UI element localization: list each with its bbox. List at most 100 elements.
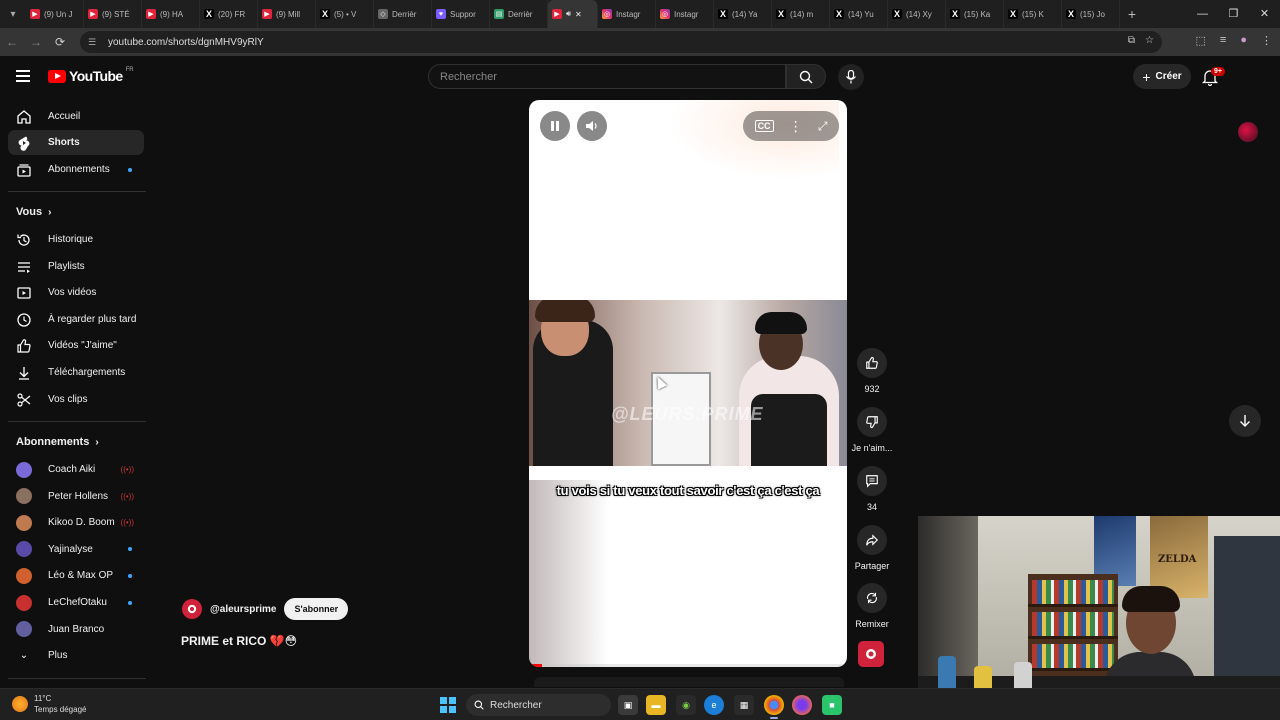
speaker-icon[interactable]: 🔊︎ bbox=[566, 9, 571, 19]
next-short-button[interactable] bbox=[1229, 405, 1261, 437]
browser-tab[interactable]: X (14) Yu bbox=[830, 0, 888, 28]
like-button[interactable]: 932 bbox=[852, 348, 892, 394]
browser-tab[interactable]: ◎ Instagr bbox=[598, 0, 656, 28]
media-icon[interactable]: ≡ bbox=[1220, 34, 1226, 47]
sidebar-subscription-item[interactable]: Léo & Max OP bbox=[8, 563, 144, 588]
back-icon[interactable]: ← bbox=[0, 35, 24, 49]
remix-button[interactable]: Remixer bbox=[852, 583, 892, 629]
channel-logo-icon bbox=[187, 604, 197, 614]
edge-icon[interactable]: e bbox=[704, 695, 724, 715]
site-info-icon[interactable]: ☰ bbox=[88, 37, 102, 48]
account-avatar[interactable] bbox=[1238, 122, 1258, 142]
browser-tab[interactable]: X (14) Ya bbox=[714, 0, 772, 28]
close-tab-icon[interactable]: ✕ bbox=[575, 10, 582, 19]
sidebar-item-home[interactable]: Accueil bbox=[8, 104, 144, 129]
browser-menu-icon[interactable]: ⋮ bbox=[1261, 34, 1272, 47]
restore-icon[interactable]: ❐ bbox=[1218, 0, 1249, 28]
short-title: PRIME et RICO 💔😳 bbox=[181, 634, 298, 648]
browser-tab[interactable]: ▶ (9) Un J bbox=[26, 0, 84, 28]
sidebar-item-playlists[interactable]: Playlists bbox=[8, 254, 144, 279]
sidebar-subscription-item[interactable]: Juan Branco bbox=[8, 617, 144, 642]
browser-tab[interactable]: X (15) K bbox=[1004, 0, 1062, 28]
video-progress-bar[interactable] bbox=[529, 664, 847, 667]
sidebar-subscription-item[interactable]: LeChefOtaku bbox=[8, 590, 144, 615]
chrome-icon[interactable] bbox=[764, 695, 784, 719]
streaming-app-icon[interactable]: ■ bbox=[822, 695, 842, 715]
file-explorer-icon[interactable]: ▬ bbox=[646, 695, 666, 715]
menu-icon[interactable] bbox=[16, 70, 30, 82]
voice-search-button[interactable] bbox=[838, 64, 864, 90]
volume-button[interactable] bbox=[577, 111, 607, 141]
reload-icon[interactable]: ⟳ bbox=[48, 35, 72, 49]
subscribe-button[interactable]: S'abonner bbox=[284, 598, 349, 620]
browser-tab[interactable]: X (14) Xy bbox=[888, 0, 946, 28]
search-button[interactable] bbox=[786, 64, 826, 89]
sidebar-item-history[interactable]: Historique bbox=[8, 227, 144, 252]
new-tab-button[interactable]: + bbox=[1120, 6, 1144, 22]
captions-icon[interactable]: CC bbox=[754, 120, 774, 132]
channel-handle[interactable]: @aleursprime bbox=[210, 604, 276, 615]
sidebar-subscription-item[interactable]: Kikoo D. Boom ((•)) bbox=[8, 510, 144, 535]
youtube-icon: ▶ bbox=[30, 9, 40, 19]
close-window-icon[interactable]: ✕ bbox=[1249, 0, 1280, 28]
browser-tab[interactable]: ▶ (9) Mill bbox=[258, 0, 316, 28]
browser-tab[interactable]: ▶ (9) HA bbox=[142, 0, 200, 28]
sidebar-subscription-item[interactable]: Peter Hollens ((•)) bbox=[8, 484, 144, 509]
browser-tab[interactable]: ♥ Suppor bbox=[432, 0, 490, 28]
sidebar-item-watch-later[interactable]: À regarder plus tard bbox=[8, 307, 144, 332]
sidebar-item-downloads[interactable]: Téléchargements bbox=[8, 360, 144, 385]
youtube-logo[interactable]: YouTube FR bbox=[48, 67, 134, 84]
sidebar-item-subscriptions[interactable]: Abonnements bbox=[8, 157, 144, 182]
sidebar-item-clips[interactable]: Vos clips bbox=[8, 387, 144, 412]
sidebar-item-liked-videos[interactable]: Vidéos "J'aime" bbox=[8, 333, 144, 358]
taskbar-search[interactable]: Rechercher bbox=[466, 694, 611, 716]
bookmark-star-icon[interactable]: ☆ bbox=[1145, 35, 1154, 46]
sidebar-subscription-item[interactable]: Yajinalyse bbox=[8, 537, 144, 562]
extensions-icon[interactable]: ⬚ bbox=[1196, 34, 1206, 47]
weather-widget[interactable]: 11°C Temps dégagé bbox=[12, 693, 86, 715]
tab-search-chevron-icon[interactable]: ▾ bbox=[0, 0, 26, 28]
browser-tab[interactable]: X (15) Jo bbox=[1062, 0, 1120, 28]
browser-tab[interactable]: X (15) Ka bbox=[946, 0, 1004, 28]
subscriptions-section-header[interactable]: Abonnements › bbox=[16, 436, 99, 448]
sidebar-subscription-item[interactable]: Coach Aiki ((•)) bbox=[8, 457, 144, 482]
browser-tab[interactable]: ▤ Derrièr bbox=[490, 0, 548, 28]
search-input[interactable]: Rechercher bbox=[428, 64, 786, 89]
more-options-icon[interactable]: ⋮ bbox=[789, 118, 803, 135]
url-field[interactable]: ☰ youtube.com/shorts/dgnMHV9yRlY ⧉ ☆ bbox=[80, 31, 1162, 53]
store-icon[interactable]: ▦ bbox=[734, 695, 754, 715]
channel-avatar[interactable] bbox=[182, 599, 202, 619]
dislike-button[interactable]: Je n'aim... bbox=[852, 407, 892, 453]
comments-button[interactable]: 34 bbox=[852, 466, 892, 512]
streamer-hair bbox=[1122, 586, 1180, 612]
share-button[interactable]: Partager bbox=[852, 525, 892, 571]
create-button[interactable]: + Créer bbox=[1133, 64, 1191, 89]
browser-tab[interactable]: ▶ 🔊︎ ✕ bbox=[548, 0, 598, 28]
browser-tab[interactable]: ◎ Instagr bbox=[656, 0, 714, 28]
firefox-icon[interactable] bbox=[792, 695, 812, 715]
minimize-icon[interactable]: — bbox=[1187, 0, 1218, 28]
channel-avatar bbox=[16, 514, 32, 531]
profile-icon[interactable]: ● bbox=[1240, 34, 1247, 47]
browser-tab[interactable]: ▶ (9) STÉ bbox=[84, 0, 142, 28]
you-section-header[interactable]: Vous › bbox=[16, 206, 51, 218]
task-view-icon[interactable]: ▣ bbox=[618, 695, 638, 715]
browser-tab[interactable]: ◇ Derrièr bbox=[374, 0, 432, 28]
sidebar-item-shorts[interactable]: Shorts bbox=[8, 130, 144, 155]
next-short-preview[interactable] bbox=[534, 677, 844, 687]
shorts-video-player[interactable]: @LEURS.PRIME tu vois si tu veux tout sav… bbox=[529, 100, 847, 667]
xbox-app-icon[interactable]: ◉ bbox=[676, 695, 696, 715]
browser-tab[interactable]: X (20) FR bbox=[200, 0, 258, 28]
browser-tab[interactable]: X (5) • V bbox=[316, 0, 374, 28]
fullscreen-icon[interactable]: ⤢ bbox=[818, 119, 828, 134]
sidebar-item-your-videos[interactable]: Vos vidéos bbox=[8, 280, 144, 305]
install-app-icon[interactable]: ⧉ bbox=[1128, 35, 1135, 46]
forward-icon[interactable]: → bbox=[24, 35, 48, 49]
windows-start-icon[interactable] bbox=[440, 697, 456, 713]
pause-button[interactable] bbox=[540, 111, 570, 141]
sound-thumbnail[interactable] bbox=[858, 641, 884, 667]
tab-title: (9) STÉ bbox=[102, 9, 130, 19]
sidebar-item-more[interactable]: ⌄ Plus bbox=[8, 643, 144, 668]
browser-tab[interactable]: X (14) m bbox=[772, 0, 830, 28]
playlists-icon bbox=[18, 261, 30, 273]
